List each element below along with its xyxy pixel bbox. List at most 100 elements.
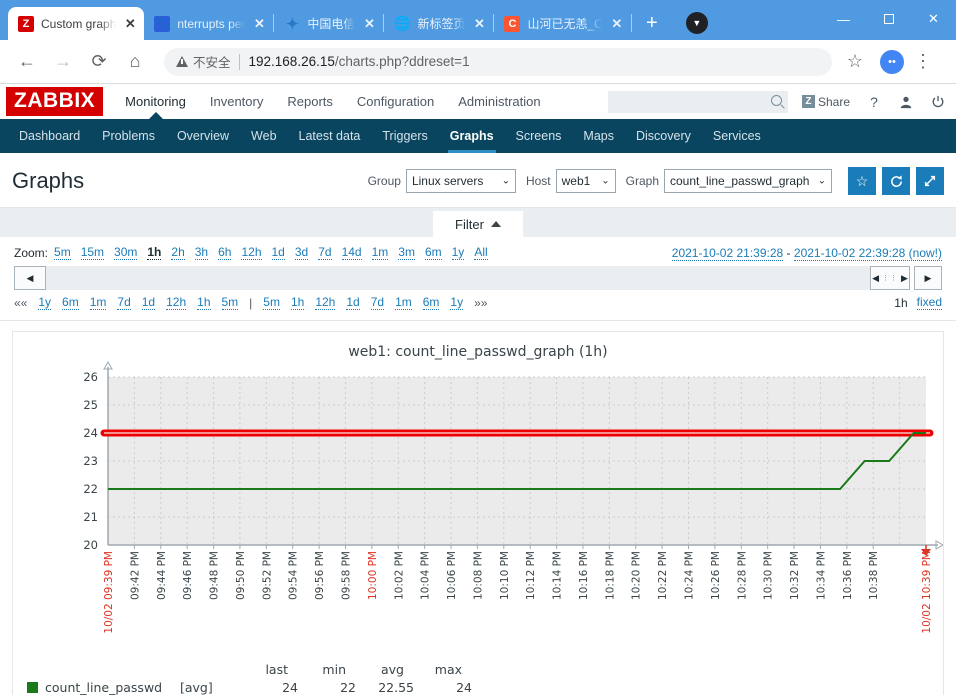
quick-next-5m[interactable]: 5m [263,295,280,310]
scroll-dragger[interactable]: ◀ ⋮⋮ ▶ [870,266,910,290]
fullscreen-button[interactable] [916,167,944,195]
close-icon[interactable]: ✕ [122,16,138,32]
subnav-item-web[interactable]: Web [240,119,287,153]
zoom-option-1d[interactable]: 1d [271,245,285,260]
address-bar[interactable]: 不安全 192.168.26.15/charts.php?ddreset=1 [164,47,832,76]
close-icon[interactable]: ✕ [609,16,625,32]
quick-next-12h[interactable]: 12h [315,295,336,310]
last-page-arrows[interactable]: »» [474,296,487,310]
zoom-option-5m[interactable]: 5m [54,245,71,260]
nav-item-administration[interactable]: Administration [458,84,540,119]
close-icon[interactable]: ✕ [251,16,267,32]
zoom-option-1h[interactable]: 1h [147,245,162,260]
search-input[interactable] [613,90,782,113]
browser-tab-2[interactable]: ✦ 中国电信 ✕ [274,7,383,40]
avatar[interactable]: •• [880,49,904,74]
minimize-icon[interactable]: — [821,12,866,27]
browser-menu-icon[interactable]: ⋮ [908,47,938,77]
host-select[interactable]: web1 ⌄ [555,169,616,193]
first-page-arrows[interactable]: «« [14,296,27,310]
quick-next-1m[interactable]: 1m [395,295,412,310]
filter-tab[interactable]: Filter [433,211,523,237]
global-search[interactable] [607,90,788,113]
zoom-option-6m[interactable]: 6m [424,245,442,260]
bookmark-star-icon[interactable]: ☆ [840,47,870,77]
zoom-option-14d[interactable]: 14d [341,245,362,260]
zoom-option-1y[interactable]: 1y [451,245,465,260]
subnav-item-discovery[interactable]: Discovery [625,119,702,153]
graph-select[interactable]: count_line_passwd_graph ⌄ [664,169,832,193]
zoom-option-2h[interactable]: 2h [171,245,185,260]
zoom-option-30m[interactable]: 30m [114,245,138,260]
search-icon[interactable] [770,94,782,106]
scroll-left-button[interactable]: ◀ [14,266,46,290]
quick-prev-1m[interactable]: 1m [89,295,107,310]
zoom-option-6h[interactable]: 6h [218,245,232,260]
window-close-icon[interactable]: ✕ [911,11,956,26]
subnav-item-overview[interactable]: Overview [166,119,240,153]
scroll-right-button[interactable]: ▶ [914,266,942,290]
zoom-option-12h[interactable]: 12h [241,245,262,260]
zoom-option-3m[interactable]: 3m [398,245,415,260]
subnav-item-services[interactable]: Services [702,119,772,153]
browser-tab-4[interactable]: C 山河已无恙_C ✕ [494,7,630,40]
quick-prev-5m[interactable]: 5m [221,295,239,310]
browser-tab-0[interactable]: Z Custom graph ✕ [8,7,145,40]
zoom-option-all[interactable]: All [474,245,488,260]
back-icon[interactable]: ← [12,47,42,77]
quick-next-1h[interactable]: 1h [290,295,305,310]
subnav-item-problems[interactable]: Problems [91,119,166,153]
quick-next-7d[interactable]: 7d [370,295,385,310]
quick-next-1y[interactable]: 1y [450,295,464,310]
nav-item-monitoring[interactable]: Monitoring [125,84,186,119]
nav-item-inventory[interactable]: Inventory [210,84,263,119]
nav-item-configuration[interactable]: Configuration [357,84,434,119]
group-select[interactable]: Linux servers ⌄ [405,169,516,193]
favorite-button[interactable]: ☆ [848,167,876,195]
quick-prev-6m[interactable]: 6m [62,295,79,310]
quick-prev-12h[interactable]: 12h [166,295,187,310]
quick-prev-1y[interactable]: 1y [38,295,52,310]
close-icon[interactable]: ✕ [361,16,377,32]
maximize-icon[interactable] [866,12,911,26]
help-icon[interactable]: ? [866,94,882,110]
subnav-item-triggers[interactable]: Triggers [371,119,438,153]
graph-plot[interactable]: 20 21 22 23 24 25 26 10/02 09:39 PM 09:42 PM 09:4… [13,332,943,695]
home-icon[interactable]: ⌂ [120,47,150,77]
range-to[interactable]: 2021-10-02 22:39:28 (now!) [793,245,942,261]
zoom-option-1m[interactable]: 1m [371,245,389,260]
zoom-option-3d[interactable]: 3d [294,245,309,260]
new-tab-button[interactable]: + [638,9,666,37]
browser-tab-1[interactable]: 🐾 nterrupts per ✕ [144,7,273,40]
forward-icon[interactable]: → [48,47,78,77]
quick-prev-1d[interactable]: 1d [141,295,156,310]
user-icon[interactable] [898,95,914,109]
quick-next-6m[interactable]: 6m [422,295,440,310]
time-scrollbar[interactable]: ◀ ◀ ⋮⋮ ▶ ▶ [14,266,942,290]
power-icon[interactable] [930,95,946,109]
scroll-track[interactable] [46,266,870,290]
quick-prev-7d[interactable]: 7d [117,295,131,310]
range-from[interactable]: 2021-10-02 21:39:28 [671,245,784,261]
subnav-item-dashboard[interactable]: Dashboard [8,119,91,153]
quick-next-1d[interactable]: 1d [346,295,360,310]
browser-tab-3[interactable]: 🌐 新标签页 ✕ [384,7,493,40]
zoom-option-3h[interactable]: 3h [194,245,209,260]
zoom-option-15m[interactable]: 15m [80,245,105,260]
share-button[interactable]: Z Share [801,95,850,109]
not-secure-indicator[interactable]: 不安全 [176,52,231,71]
chevron-down-icon[interactable]: ▼ [685,12,708,34]
close-icon[interactable]: ✕ [471,16,487,32]
subnav-item-latest-data[interactable]: Latest data [288,119,372,153]
quick-prev-1h[interactable]: 1h [197,295,211,310]
svg-text:10:36 PM: 10:36 PM [842,551,854,600]
subnav-item-screens[interactable]: Screens [505,119,573,153]
nav-item-reports[interactable]: Reports [287,84,333,119]
refresh-button[interactable] [882,167,910,195]
fixed-toggle[interactable]: fixed [916,295,942,310]
subnav-item-graphs[interactable]: Graphs [439,119,505,153]
subnav-item-maps[interactable]: Maps [572,119,625,153]
zoom-option-7d[interactable]: 7d [318,245,332,260]
zabbix-logo[interactable]: ZABBIX [6,87,104,116]
reload-icon[interactable]: ⟳ [84,47,114,77]
